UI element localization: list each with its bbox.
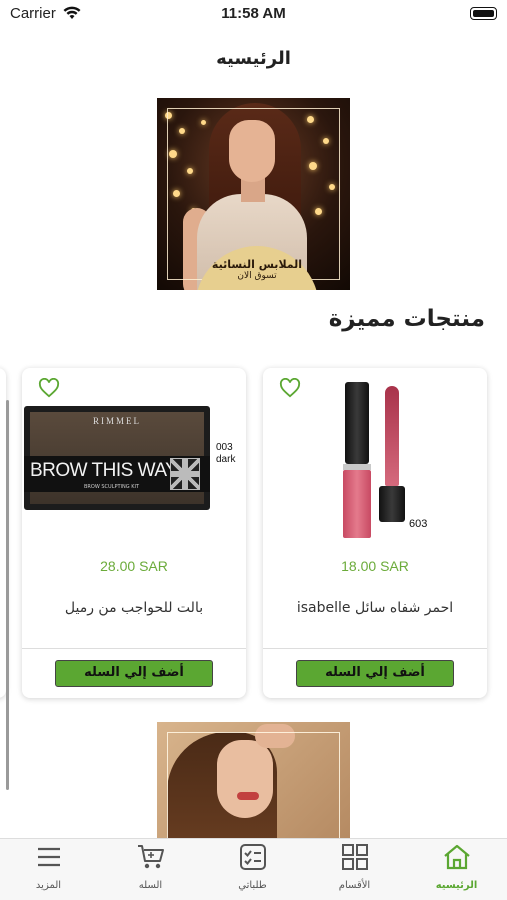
status-bar: Carrier 11:58 AM <box>0 0 507 30</box>
card-divider <box>263 648 487 649</box>
tab-cart[interactable]: السله <box>100 839 201 900</box>
banner-subtitle: تسوق الان <box>237 271 277 281</box>
featured-products-carousel[interactable]: 603 18.00 SAR احمر شفاه سائل isabelle أض… <box>0 368 507 698</box>
tab-orders[interactable]: طلباتي <box>202 839 303 900</box>
card-divider <box>22 648 246 649</box>
product-price: 18.00 SAR <box>341 558 409 574</box>
promo-banner-beauty[interactable] <box>157 722 350 842</box>
product-shade-label: 003 dark <box>216 442 236 465</box>
tab-more[interactable]: المزيد <box>0 839 99 900</box>
product-name[interactable]: بالت للحواجب من رميل <box>22 600 246 616</box>
product-brand-text: RIMMEL <box>93 416 141 426</box>
product-package-subtitle: BROW SCULPTING KIT <box>84 484 140 490</box>
app-screen: Carrier 11:58 AM الرئيسيه الملابس النسائ… <box>0 0 507 900</box>
tab-categories-label: الأقسام <box>338 880 371 891</box>
tab-orders-label: طلباتي <box>238 880 267 891</box>
checklist-icon <box>240 844 266 870</box>
product-image[interactable] <box>323 380 433 540</box>
tab-home[interactable]: الرئيسيه <box>406 839 507 900</box>
product-card[interactable]: RIMMEL BROW THIS WAY BROW SCULPTING KIT … <box>22 368 246 698</box>
grid-icon <box>342 844 368 870</box>
product-package-title: BROW THIS WAY <box>30 460 178 481</box>
heart-outline-icon[interactable] <box>38 378 60 398</box>
promo-banner-women-clothing[interactable]: الملابس النسائية تسوق الان <box>157 98 350 290</box>
product-image[interactable]: RIMMEL BROW THIS WAY BROW SCULPTING KIT <box>24 406 210 510</box>
add-to-cart-button[interactable]: أضف إلي السله <box>55 660 213 687</box>
battery-icon <box>470 7 497 20</box>
tab-cart-label: السله <box>138 880 163 891</box>
product-shade-label: 603 <box>409 518 428 530</box>
clock-label: 11:58 AM <box>221 5 286 22</box>
heart-outline-icon[interactable] <box>279 378 301 398</box>
menu-icon <box>38 847 60 867</box>
scrollbar[interactable] <box>6 400 9 790</box>
bottom-tab-bar: الرئيسيه الأقسام طلباتي السله المزيد <box>0 838 507 900</box>
page-title: الرئيسيه <box>216 48 291 69</box>
union-jack-icon <box>170 458 200 490</box>
add-to-cart-button[interactable]: أضف إلي السله <box>296 660 454 687</box>
tab-categories[interactable]: الأقسام <box>304 839 405 900</box>
featured-products-title: منتجات مميزة <box>328 306 485 332</box>
cart-icon <box>138 845 164 869</box>
product-card[interactable]: 603 18.00 SAR احمر شفاه سائل isabelle أض… <box>263 368 487 698</box>
product-price: 28.00 SAR <box>100 558 168 574</box>
banner-title: الملابس النسائية <box>211 258 303 271</box>
home-icon <box>444 844 470 870</box>
tab-home-label: الرئيسيه <box>435 880 478 891</box>
product-name[interactable]: احمر شفاه سائل isabelle <box>263 600 487 616</box>
tab-more-label: المزيد <box>35 880 62 891</box>
